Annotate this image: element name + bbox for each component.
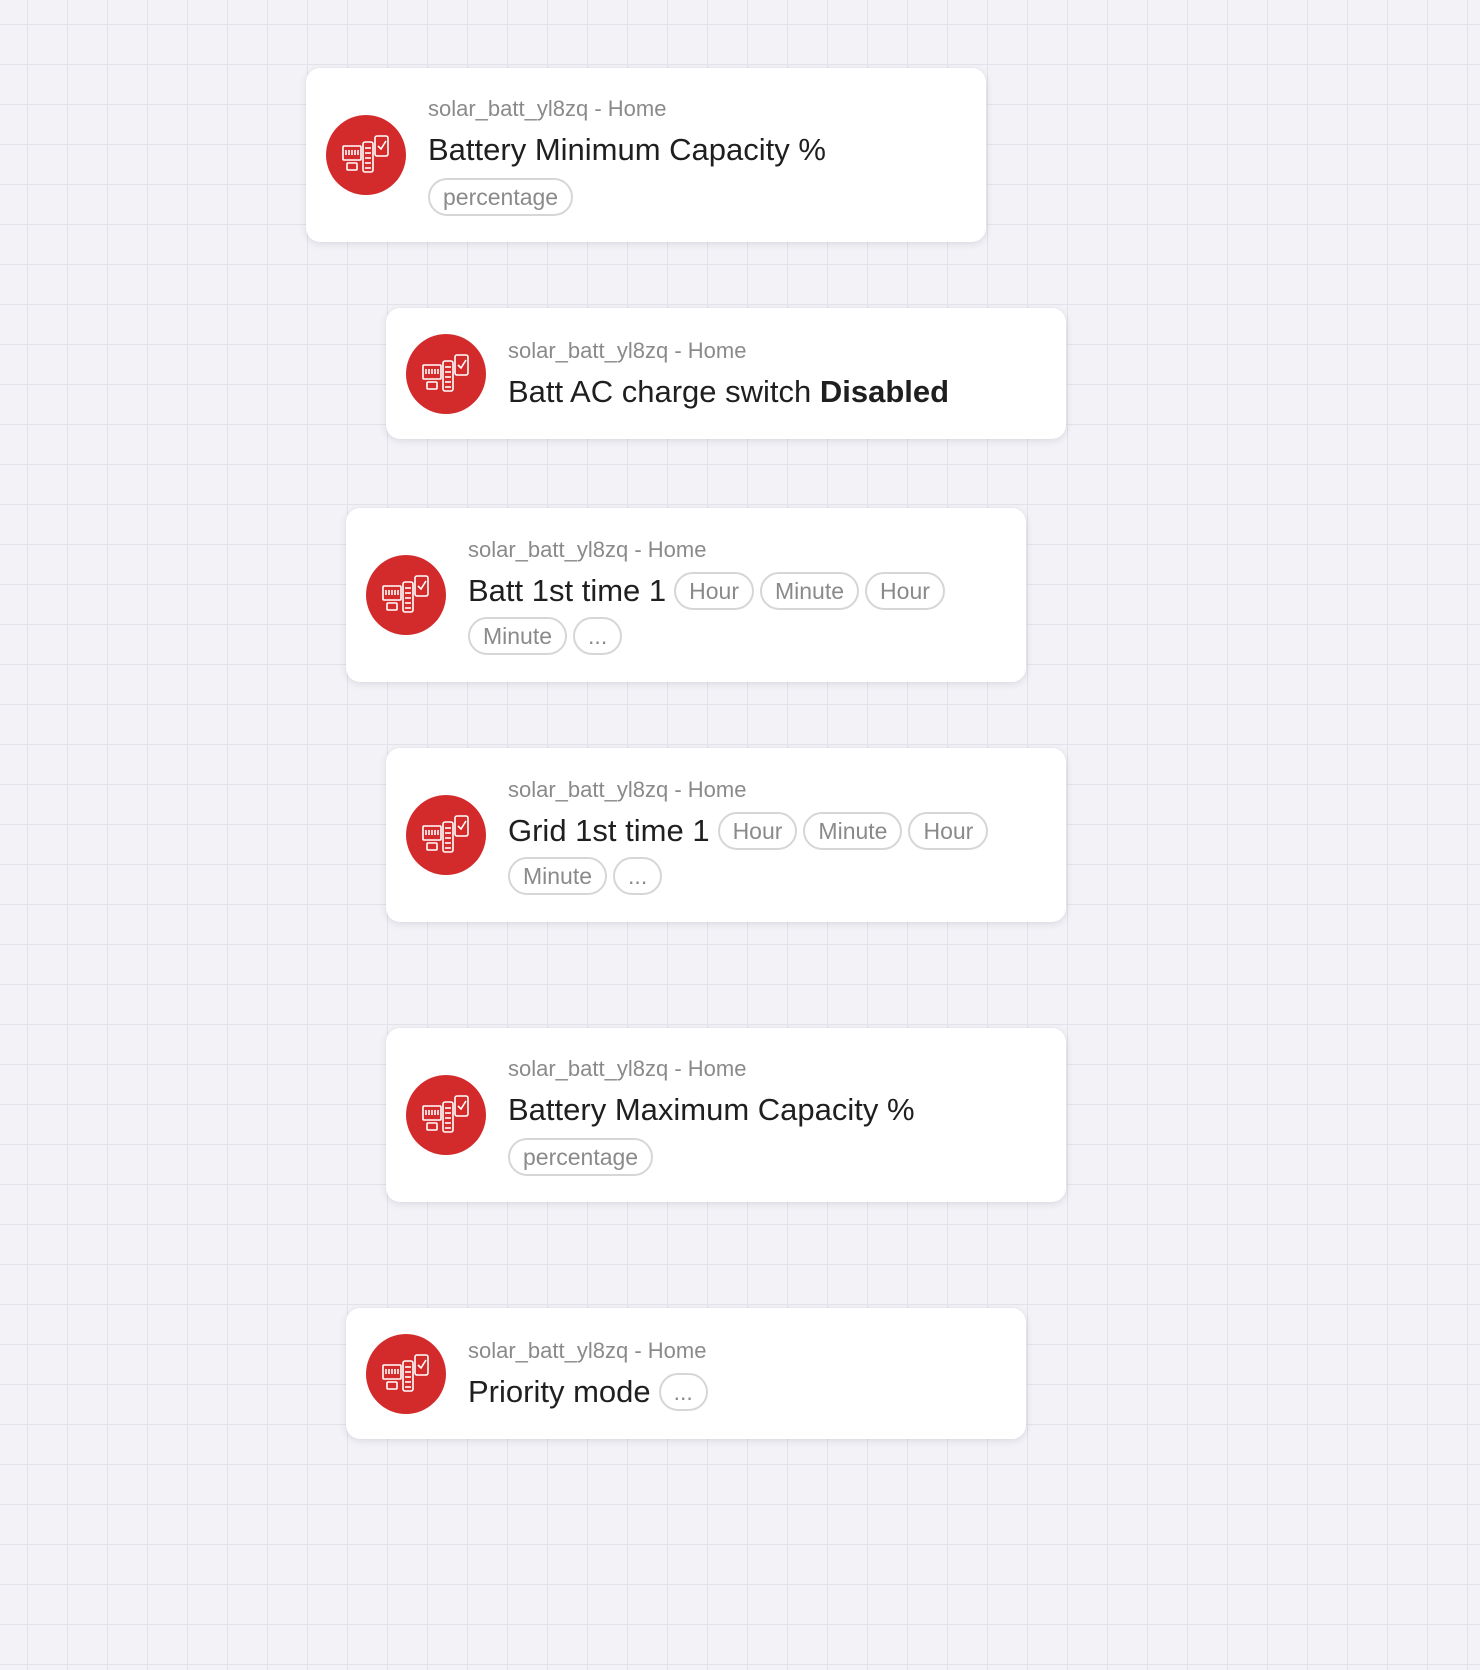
card-title: Battery Minimum Capacity % [428, 132, 826, 167]
flow-card-battery-min-capacity[interactable]: solar_batt_yl8zq - Home Battery Minimum … [306, 68, 986, 242]
argument-chip[interactable]: percentage [508, 1138, 654, 1176]
solar-battery-icon [406, 1075, 486, 1155]
argument-chip-hour[interactable]: Hour [717, 812, 798, 850]
argument-chip-minute[interactable]: Minute [803, 812, 903, 850]
argument-chip-minute[interactable]: Minute [760, 572, 860, 610]
flow-card-battery-max-capacity[interactable]: solar_batt_yl8zq - Home Battery Maximum … [386, 1028, 1066, 1202]
solar-battery-icon [366, 1333, 446, 1414]
argument-chip-more[interactable]: ... [613, 857, 663, 895]
card-title: Priority mode [468, 1373, 651, 1409]
solar-battery-icon [326, 115, 406, 195]
argument-chip-minute[interactable]: Minute [468, 617, 568, 655]
flow-card-batt-1st-time-1[interactable]: solar_batt_yl8zq - Home Batt 1st time 1 … [346, 508, 1026, 682]
flow-canvas[interactable]: { "colors": { "canvas_background": "#f3f… [0, 0, 1480, 1670]
solar-battery-icon [366, 555, 446, 635]
card-subtitle: solar_batt_yl8zq - Home [508, 1056, 747, 1081]
card-subtitle: solar_batt_yl8zq - Home [508, 777, 747, 802]
solar-battery-icon [406, 333, 486, 414]
argument-chip-hour[interactable]: Hour [908, 812, 989, 850]
argument-chip-hour[interactable]: Hour [865, 572, 945, 610]
argument-chip[interactable]: percentage [428, 178, 574, 216]
card-title: Grid 1st time 1 [508, 813, 710, 848]
card-subtitle: solar_batt_yl8zq - Home [468, 537, 707, 562]
card-title: Batt AC charge switch Disabled [508, 372, 949, 412]
argument-chip-hour[interactable]: Hour [674, 572, 754, 610]
card-title: Batt 1st time 1 [468, 573, 667, 608]
argument-chip-minute[interactable]: Minute [508, 857, 608, 895]
card-subtitle: solar_batt_yl8zq - Home [508, 337, 747, 363]
card-title-text: Batt AC charge switch [508, 373, 812, 409]
argument-chip-more[interactable]: ... [573, 617, 623, 655]
solar-battery-icon [406, 795, 486, 875]
flow-card-grid-1st-time-1[interactable]: solar_batt_yl8zq - Home Grid 1st time 1 … [386, 748, 1066, 922]
card-subtitle: solar_batt_yl8zq - Home [468, 1337, 707, 1363]
flow-card-batt-ac-charge-switch[interactable]: solar_batt_yl8zq - Home Batt AC charge s… [386, 308, 1066, 439]
argument-chip-more[interactable]: ... [658, 1372, 708, 1411]
card-subtitle: solar_batt_yl8zq - Home [428, 96, 667, 121]
card-state-value: Disabled [819, 373, 950, 409]
flow-card-priority-mode[interactable]: solar_batt_yl8zq - Home Priority mode ..… [346, 1308, 1026, 1439]
card-title: Battery Maximum Capacity % [508, 1092, 915, 1127]
